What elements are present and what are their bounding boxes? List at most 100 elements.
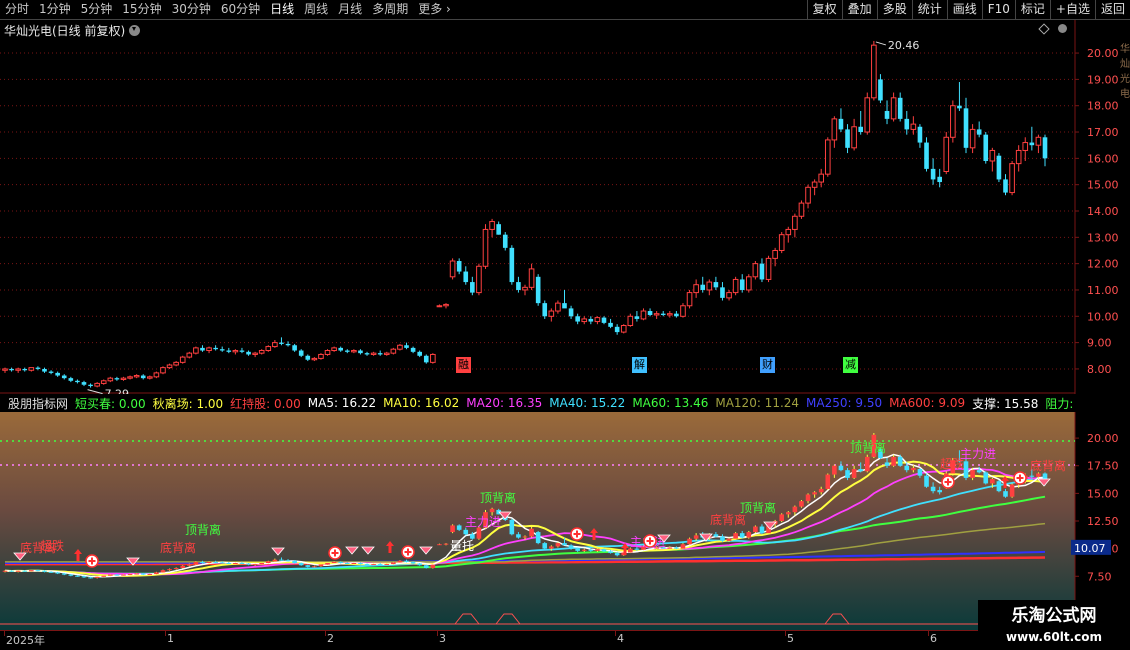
period-tab-5[interactable]: 60分钟 (216, 0, 265, 20)
indicator-candle-body (114, 574, 120, 576)
candle-body (957, 105, 962, 109)
tool-button-7[interactable]: +自选 (1049, 0, 1095, 20)
kline-svg[interactable]: 20.00 19.00 18.00 17.00 16.00 15.00 14.00 13.00… (0, 20, 1130, 394)
candle-body (502, 234, 508, 248)
candle (798, 200, 805, 219)
signal-label-0: 顶背离 (480, 490, 516, 505)
candle (28, 367, 35, 372)
candle-body (35, 367, 41, 369)
candle-body (983, 134, 989, 161)
candle-body (48, 371, 54, 373)
candle-body (858, 126, 863, 133)
period-tab-4[interactable]: 30分钟 (167, 0, 216, 20)
marker-unlock[interactable]: 解 (632, 357, 647, 373)
tool-button-0[interactable]: 复权 (806, 0, 842, 20)
time-label-3: 3 (439, 632, 446, 645)
candle (522, 284, 528, 296)
period-tab-8[interactable]: 月线 (333, 0, 367, 20)
indicator-candle-body (779, 514, 785, 521)
period-tab-6[interactable]: 日线 (265, 0, 299, 20)
candle (147, 375, 153, 380)
tool-button-6[interactable]: 标记 (1014, 0, 1050, 20)
indicator-tick-label-5: 7.50 (1087, 570, 1112, 583)
chevron-down-icon[interactable] (129, 25, 141, 36)
settings-circle-icon[interactable] (1058, 24, 1067, 33)
indicator-candle-body (423, 565, 429, 568)
indicator-candle-body (983, 472, 989, 484)
indicator-name[interactable]: 股朋指标网 (8, 395, 68, 412)
candle (120, 376, 127, 381)
period-tab-7[interactable]: 周线 (299, 0, 333, 20)
candle (179, 355, 186, 364)
period-tab-2[interactable]: 5分钟 (76, 0, 118, 20)
candle (390, 347, 397, 355)
candle (482, 224, 489, 269)
candle (653, 311, 660, 319)
indicator-candle-body (417, 563, 422, 566)
candle (476, 263, 482, 296)
candle-body (285, 343, 291, 346)
candle (94, 382, 100, 388)
period-tab-10[interactable]: 更多 › (413, 0, 456, 20)
tool-button-1[interactable]: 叠加 (841, 0, 877, 20)
signal-label-7: 底背离 (1030, 458, 1066, 473)
current-value-text: 10.07 (1074, 542, 1106, 555)
indicator-chart[interactable]: 20.0017.5015.0012.5010.007.505.00顶背离顶背离顶… (0, 394, 1130, 630)
candle-body (976, 129, 982, 135)
candle (1029, 126, 1035, 151)
candle-body (640, 310, 647, 320)
marker-margin[interactable]: 融 (456, 357, 471, 373)
kline-chart[interactable]: 20.00 19.00 18.00 17.00 16.00 15.00 14.00 13.00… (0, 20, 1130, 394)
tool-button-3[interactable]: 统计 (911, 0, 947, 20)
candle-body (950, 105, 956, 138)
high-pointer (875, 41, 887, 46)
indicator-candle-body (75, 575, 80, 577)
candle (831, 116, 838, 148)
indicator-candle-body (601, 549, 607, 552)
candle (133, 374, 140, 379)
candle (160, 366, 166, 375)
indicator-candle-body (331, 561, 337, 563)
stock-title[interactable]: 华灿光电(日线 前复权) (4, 22, 141, 39)
marker-finance[interactable]: 财 (760, 357, 775, 373)
candle (969, 124, 976, 154)
indicator-candle-body (344, 563, 350, 564)
indicator-candle-body (924, 475, 929, 487)
tool-button-2[interactable]: 多股 (876, 0, 912, 20)
candle-body (430, 353, 436, 363)
candle-body (634, 316, 640, 319)
indicator-candle-body (963, 461, 969, 478)
candle-body (193, 347, 199, 354)
marker-reduce[interactable]: 减 (843, 357, 858, 373)
signal-label-5: 底背离 (160, 540, 196, 555)
period-tab-3[interactable]: 15分钟 (117, 0, 166, 20)
period-tab-0[interactable]: 分时 (0, 0, 34, 20)
indicator-candle-body (81, 576, 87, 578)
candle-body (838, 118, 844, 130)
time-tick-mark (4, 631, 5, 636)
candle (858, 110, 863, 135)
tool-button-5[interactable]: F10 (981, 0, 1015, 20)
candle (706, 279, 713, 296)
tool-button-4[interactable]: 画线 (946, 0, 982, 20)
period-tab-9[interactable]: 多周期 (367, 0, 413, 20)
candle-body (522, 286, 528, 291)
indicator-svg[interactable]: 20.0017.5015.0012.5010.007.505.00顶背离顶背离顶… (0, 394, 1130, 630)
candle (864, 92, 871, 135)
indicator-candle-body (121, 574, 126, 576)
candle (489, 218, 495, 238)
indicator-candle-body (476, 527, 482, 539)
tool-button-8[interactable]: 返回 (1094, 0, 1130, 20)
candle-body (937, 176, 942, 183)
candle (943, 132, 950, 175)
candle-body (700, 284, 706, 290)
indicator-candle-body (292, 560, 297, 563)
indicator-candle-body (358, 563, 363, 565)
candle-body (686, 292, 693, 307)
period-tab-1[interactable]: 1分钟 (34, 0, 76, 20)
indicator-candle-body (976, 470, 982, 473)
candle-body (594, 317, 601, 323)
candle (397, 343, 403, 351)
indicator-field-4: MA10: 16.02 (383, 396, 460, 410)
indicator-candle-body (246, 563, 251, 565)
